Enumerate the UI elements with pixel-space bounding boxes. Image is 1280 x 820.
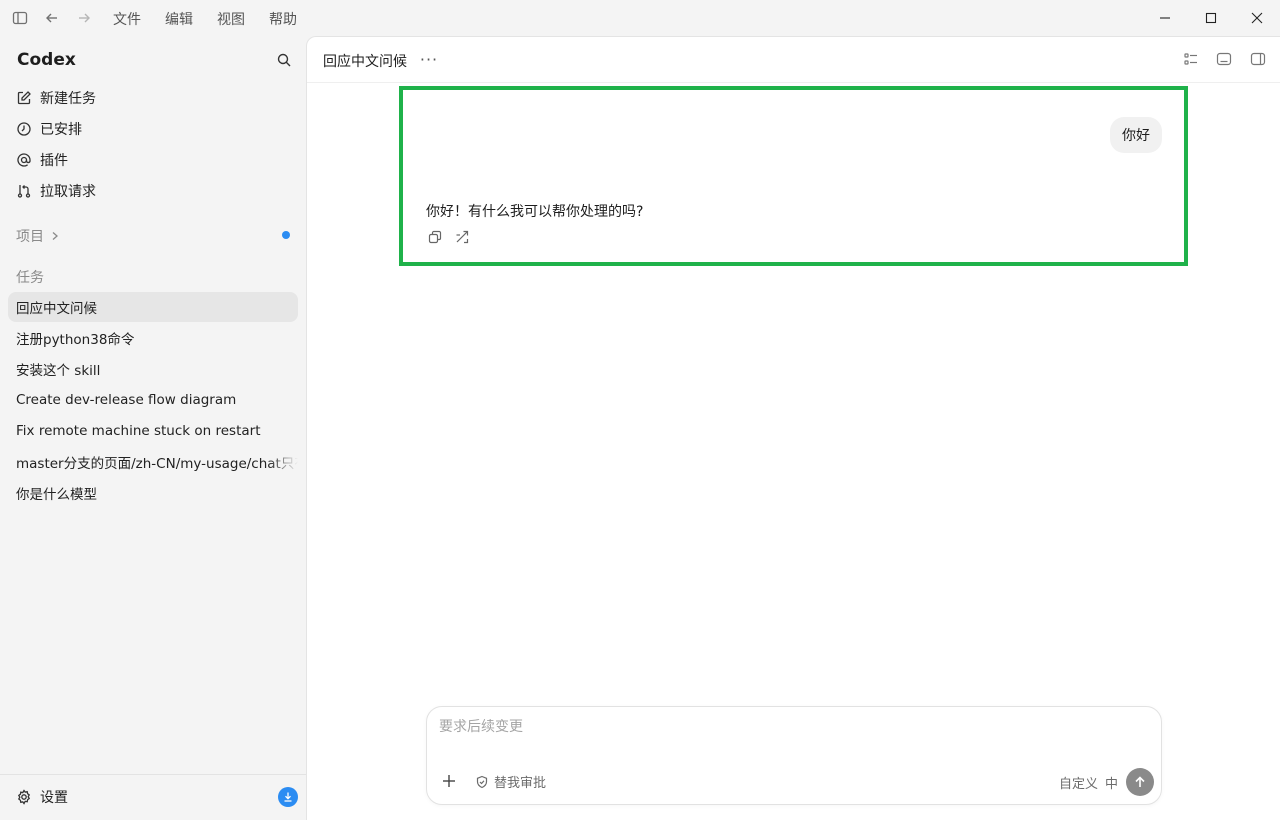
update-download-button[interactable]: [278, 787, 298, 807]
maximize-icon: [1205, 12, 1217, 24]
shield-icon: [476, 775, 488, 788]
pull-requests-button[interactable]: 拉取请求: [16, 178, 96, 204]
task-item[interactable]: 回应中文问候: [8, 292, 298, 322]
assistant-message: 你好！有什么我可以帮你处理的吗?: [426, 204, 644, 220]
sidebar-toggle-icon[interactable]: [12, 10, 28, 26]
download-icon: [284, 792, 292, 802]
new-task-button[interactable]: 新建任务: [16, 85, 96, 111]
approval-label: 替我审批: [494, 776, 547, 791]
terminal-panel-icon[interactable]: [1216, 51, 1232, 67]
new-task-label: 新建任务: [40, 91, 96, 107]
sidebar: Codex 新建任务 已安排 插件 拉取请求 项目 任务 回应中文问候 注册py…: [0, 36, 306, 820]
plugins-label: 插件: [40, 153, 68, 169]
conversation-title: 回应中文问候: [323, 54, 407, 70]
pull-request-icon: [16, 183, 32, 199]
gear-icon: [17, 789, 31, 805]
chevron-right-icon: [52, 232, 58, 240]
reasoning-level-selector[interactable]: 中: [1105, 773, 1118, 792]
side-panel-icon[interactable]: [1250, 51, 1266, 67]
projects-notification-dot: [282, 231, 290, 239]
projects-section[interactable]: 项目: [16, 226, 60, 246]
settings-label: 设置: [40, 790, 68, 806]
sidebar-footer: 设置: [0, 774, 306, 820]
at-icon: [16, 152, 32, 168]
custom-model-selector[interactable]: 自定义: [1059, 773, 1098, 792]
back-arrow-icon[interactable]: [44, 10, 60, 26]
task-item[interactable]: 注册python38命令: [8, 323, 298, 353]
app-brand: Codex: [17, 50, 76, 70]
settings-button[interactable]: 设置: [16, 787, 68, 807]
pull-requests-label: 拉取请求: [40, 184, 96, 200]
task-item[interactable]: 你是什么模型: [8, 478, 298, 508]
main-panel: 回应中文问候 ··· 你好 你好！有什么我可以帮你处理的吗? 替我审批 自定义 …: [306, 36, 1280, 820]
maximize-button[interactable]: [1188, 0, 1234, 36]
scheduled-label: 已安排: [40, 122, 82, 138]
follow-up-input[interactable]: [439, 719, 1139, 735]
close-icon: [1251, 12, 1263, 24]
approval-mode-button[interactable]: 替我审批: [475, 772, 546, 791]
menu-view[interactable]: 视图: [217, 9, 245, 29]
minimize-button[interactable]: [1142, 0, 1188, 36]
tasks-section-label: 任务: [16, 270, 44, 286]
highlight-box: [399, 86, 1188, 266]
message-composer: 替我审批 自定义 中: [426, 706, 1162, 805]
user-message-bubble: 你好: [1110, 117, 1162, 153]
forward-arrow-icon[interactable]: [76, 10, 92, 26]
copy-icon[interactable]: [427, 229, 443, 245]
title-bar: 文件 编辑 视图 帮助: [0, 0, 1280, 36]
task-item[interactable]: Fix remote machine stuck on restart: [8, 416, 298, 446]
arrow-up-icon: [1135, 776, 1145, 787]
conversation-header: 回应中文问候 ···: [307, 37, 1280, 83]
more-options-button[interactable]: ···: [419, 47, 439, 71]
task-item[interactable]: 安装这个 skill: [8, 354, 298, 384]
plugins-button[interactable]: 插件: [16, 147, 68, 173]
menu-help[interactable]: 帮助: [269, 9, 297, 29]
menu-edit[interactable]: 编辑: [165, 9, 193, 29]
send-button[interactable]: [1126, 768, 1154, 796]
task-item[interactable]: Create dev-release flow diagram: [8, 385, 298, 415]
checklist-icon[interactable]: [1183, 51, 1199, 67]
plus-icon: [443, 775, 455, 787]
clock-icon: [16, 121, 32, 137]
edit-icon: [16, 90, 32, 106]
add-attachment-button[interactable]: [439, 771, 459, 791]
minimize-icon: [1160, 17, 1170, 19]
fork-icon[interactable]: [454, 229, 470, 245]
menu-file[interactable]: 文件: [113, 9, 141, 29]
search-icon[interactable]: [276, 52, 294, 70]
scheduled-button[interactable]: 已安排: [16, 116, 82, 142]
projects-label: 项目: [16, 229, 44, 245]
close-button[interactable]: [1234, 0, 1280, 36]
task-item[interactable]: master分支的页面/zh-CN/my-usage/chat只有: [8, 447, 298, 477]
